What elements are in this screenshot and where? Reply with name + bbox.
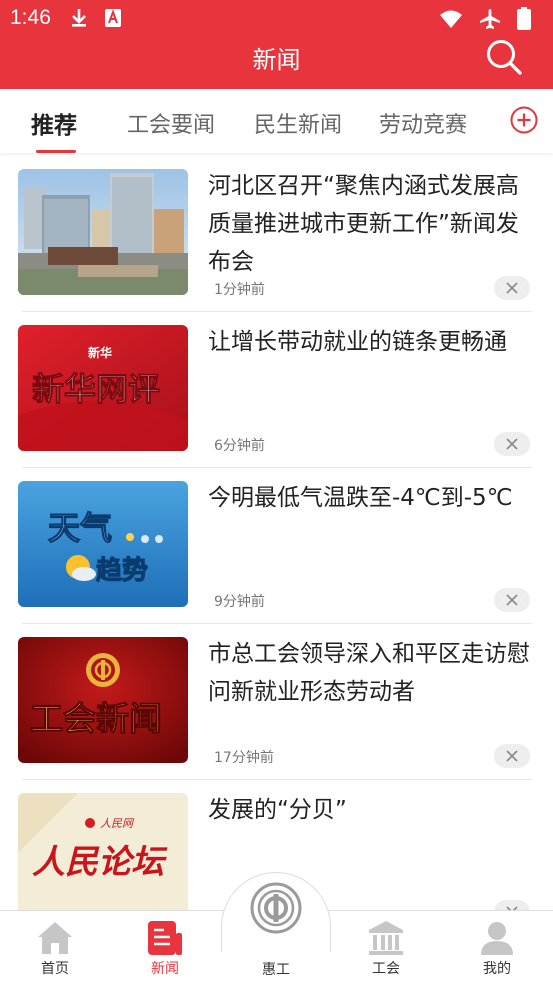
- tab-labor-competition[interactable]: 劳动竞赛: [379, 107, 467, 139]
- news-time: 9分钟前: [214, 594, 265, 610]
- dismiss-button[interactable]: [494, 744, 530, 768]
- news-thumbnail: 人民网 人民论坛: [18, 793, 188, 919]
- news-icon: [148, 921, 182, 955]
- close-icon: [506, 282, 518, 294]
- add-channel-button[interactable]: [510, 106, 538, 134]
- dismiss-button[interactable]: [494, 588, 530, 612]
- news-item[interactable]: 新华 新华网评 让增长带动就业的链条更畅通 6分钟前: [0, 311, 553, 467]
- people-forum-banner: 人民网 人民论坛: [18, 793, 188, 919]
- nav-profile[interactable]: 我的: [442, 911, 552, 984]
- news-title: 让增长带动就业的链条更畅通: [208, 329, 507, 355]
- wifi-icon: [440, 10, 462, 28]
- nav-home[interactable]: 首页: [0, 911, 110, 984]
- news-title: 河北区召开“聚焦内涵式发展高质量推进城市更新工作”新闻发布会: [208, 173, 519, 275]
- search-button[interactable]: [485, 38, 523, 76]
- airplane-mode-icon: [480, 8, 500, 29]
- user-icon: [481, 922, 513, 955]
- thumbnail-caption: 人民论坛: [32, 842, 168, 881]
- news-title: 发展的“分贝”: [208, 797, 347, 823]
- tab-union-news[interactable]: 工会要闻: [127, 107, 215, 139]
- status-time: 1:46: [10, 6, 51, 29]
- dismiss-button[interactable]: [494, 276, 530, 300]
- status-right-icons: [439, 7, 531, 30]
- close-icon: [506, 594, 518, 606]
- battery-icon: [517, 7, 531, 30]
- close-icon: [506, 438, 518, 450]
- people-daily-logo: 人民网: [100, 817, 135, 830]
- union-news-banner: 工会新闻: [18, 637, 188, 763]
- xinhua-logo: 新华: [88, 345, 112, 360]
- news-thumbnail: 新华 新华网评: [18, 325, 188, 451]
- download-icon: [72, 9, 86, 27]
- page-title: 新闻: [252, 46, 301, 74]
- news-thumbnail: 工会新闻: [18, 637, 188, 763]
- nav-benefits[interactable]: 惠工: [221, 872, 331, 984]
- app-header: 1:46 新闻: [0, 0, 553, 89]
- dismiss-button[interactable]: [494, 432, 530, 456]
- union-emblem-icon: [250, 882, 302, 934]
- nav-news[interactable]: 新闻: [110, 911, 220, 984]
- xinhua-commentary-banner: 新华 新华网评: [18, 325, 188, 451]
- cloud-icon: [141, 535, 149, 543]
- active-tab-indicator: [36, 150, 76, 153]
- news-thumbnail: [18, 169, 188, 295]
- close-icon: [506, 750, 518, 762]
- app-notification-icon: [105, 9, 121, 27]
- weather-trend-banner: 天气 趋势: [18, 481, 188, 607]
- category-tabs: 推荐 工会要闻 民生新闻 劳动竞赛: [0, 89, 553, 153]
- nav-label: 惠工: [262, 962, 290, 978]
- nav-label: 工会: [372, 961, 400, 977]
- city-buildings-photo: [18, 169, 188, 295]
- tab-livelihood-news[interactable]: 民生新闻: [254, 107, 342, 139]
- thumbnail-caption-weather: 天气: [48, 509, 112, 547]
- news-title: 市总工会领导深入和平区走访慰问新就业形态劳动者: [208, 641, 530, 705]
- news-title: 今明最低气温跌至-4℃到-5℃: [208, 485, 513, 511]
- sun-icon: [126, 533, 134, 541]
- news-time: 6分钟前: [214, 438, 265, 454]
- news-item[interactable]: 天气 趋势 今明最低气温跌至-4℃到-5℃ 9分钟前: [0, 467, 553, 623]
- news-thumbnail: 天气 趋势: [18, 481, 188, 607]
- news-item[interactable]: 工会新闻 市总工会领导深入和平区走访慰问新就业形态劳动者 17分钟前: [0, 623, 553, 779]
- status-left-icons: [70, 8, 122, 28]
- thumbnail-caption-trend: 趋势: [96, 556, 148, 586]
- nav-label: 我的: [483, 961, 511, 977]
- home-icon: [38, 922, 72, 954]
- plus-circle-icon: [510, 106, 538, 134]
- search-icon: [487, 40, 522, 75]
- nav-label: 新闻: [151, 961, 179, 977]
- nav-label: 首页: [41, 961, 69, 977]
- people-daily-logo-mark: [85, 818, 95, 828]
- tab-recommended[interactable]: 推荐: [31, 106, 77, 140]
- thumbnail-caption: 工会新闻: [30, 699, 162, 738]
- snow-cloud-icon: [155, 535, 163, 543]
- news-item[interactable]: 河北区召开“聚焦内涵式发展高质量推进城市更新工作”新闻发布会 1分钟前: [0, 155, 553, 311]
- news-time: 1分钟前: [214, 282, 265, 298]
- thumbnail-caption: 新华网评: [32, 370, 160, 408]
- bank-icon: [369, 921, 403, 955]
- nav-union[interactable]: 工会: [331, 911, 441, 984]
- news-time: 17分钟前: [214, 750, 274, 766]
